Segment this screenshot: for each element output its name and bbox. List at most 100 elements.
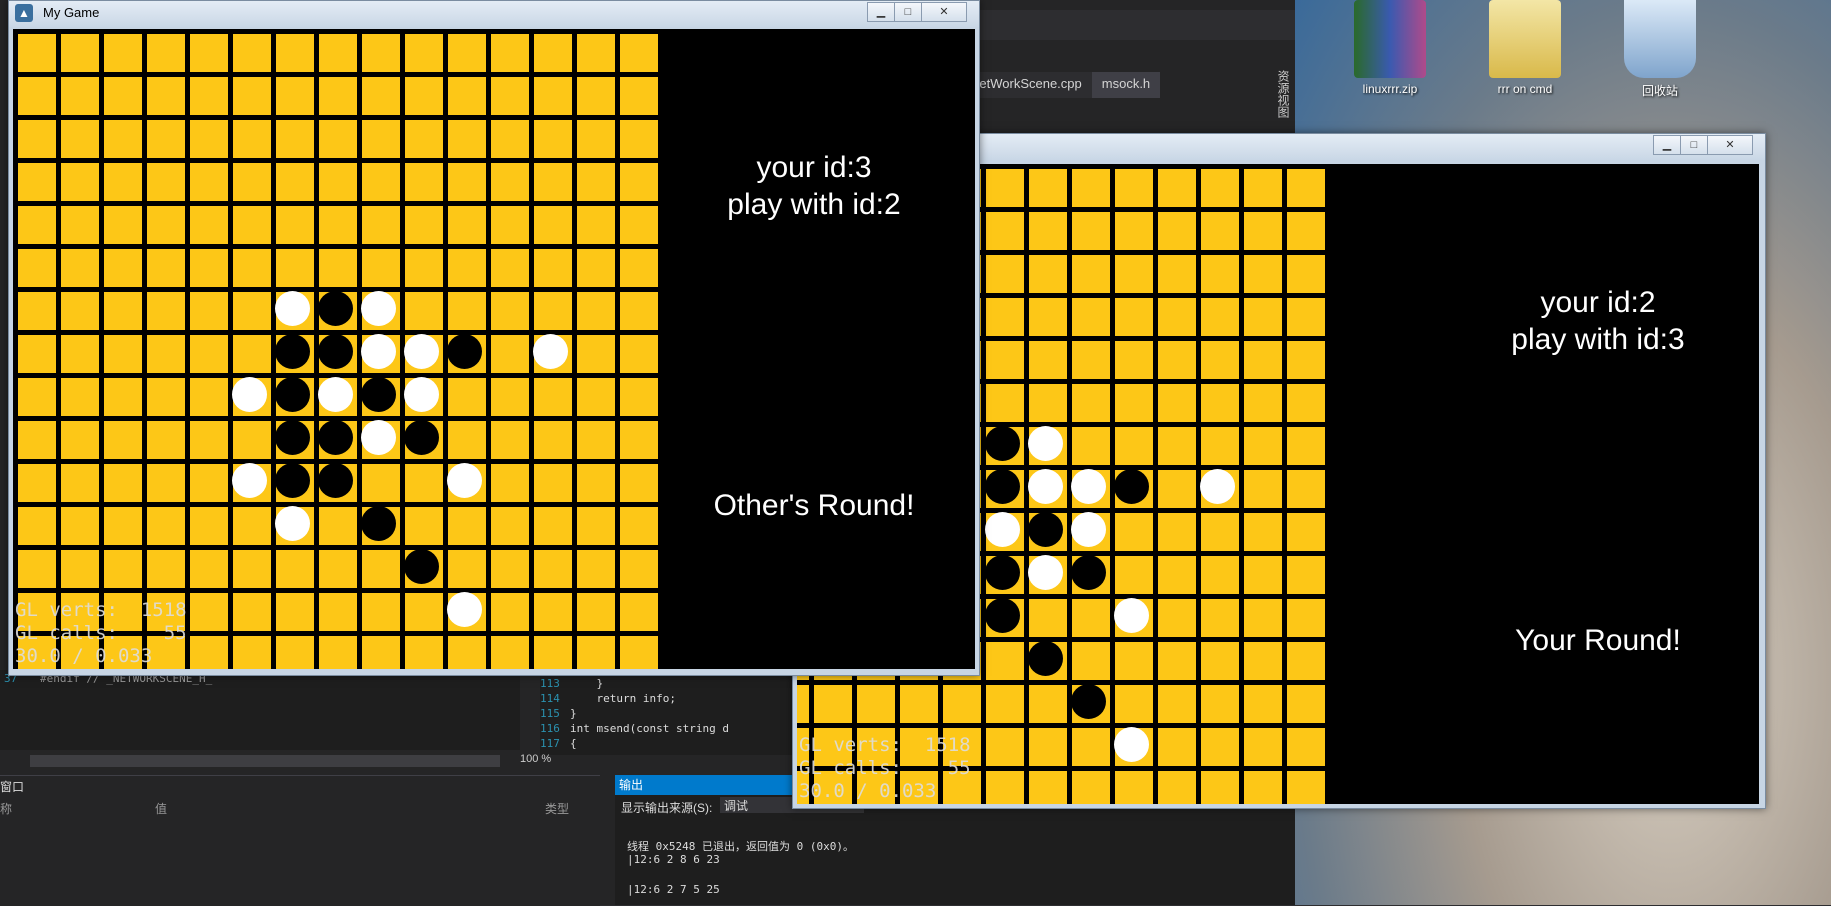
- board-cell[interactable]: [18, 464, 56, 502]
- board-cell[interactable]: [147, 378, 185, 416]
- board-cell[interactable]: [104, 335, 142, 373]
- board-cell[interactable]: [61, 292, 99, 330]
- board-cell[interactable]: [190, 163, 228, 201]
- board-cell[interactable]: [1287, 771, 1325, 804]
- board-cell[interactable]: [61, 34, 99, 72]
- board-cell[interactable]: [319, 507, 357, 545]
- board-cell[interactable]: [1072, 642, 1110, 680]
- board-cell[interactable]: [1158, 513, 1196, 551]
- close-button[interactable]: ✕: [921, 2, 967, 22]
- board-cell[interactable]: [448, 34, 486, 72]
- board-cell[interactable]: [18, 292, 56, 330]
- board-cell[interactable]: [1201, 556, 1239, 594]
- board-cell[interactable]: [1029, 728, 1067, 766]
- board-cell[interactable]: [1158, 384, 1196, 422]
- board-cell[interactable]: [1244, 771, 1282, 804]
- column-value[interactable]: 值: [155, 800, 167, 817]
- board-cell[interactable]: [1115, 513, 1153, 551]
- board-cell[interactable]: [1287, 685, 1325, 723]
- board-cell[interactable]: [1201, 642, 1239, 680]
- board-cell[interactable]: [491, 464, 529, 502]
- board-cell[interactable]: [1287, 599, 1325, 637]
- board-cell[interactable]: [577, 206, 615, 244]
- board-cell[interactable]: [534, 34, 572, 72]
- board-cell[interactable]: [577, 34, 615, 72]
- board-cell[interactable]: [1244, 685, 1282, 723]
- board-cell[interactable]: [491, 550, 529, 588]
- maximize-button[interactable]: □: [894, 2, 922, 22]
- board-cell[interactable]: [190, 206, 228, 244]
- board-cell[interactable]: [1115, 427, 1153, 465]
- board-cell[interactable]: [405, 249, 443, 287]
- board-cell[interactable]: [61, 335, 99, 373]
- board-cell[interactable]: [491, 593, 529, 631]
- board-cell[interactable]: [986, 169, 1024, 207]
- board-cell[interactable]: [147, 292, 185, 330]
- board-cell[interactable]: [1072, 427, 1110, 465]
- board-cell[interactable]: [1244, 470, 1282, 508]
- board-cell[interactable]: [233, 120, 271, 158]
- board-cell[interactable]: [276, 206, 314, 244]
- board-cell[interactable]: [577, 335, 615, 373]
- board-cell[interactable]: [147, 34, 185, 72]
- board-cell[interactable]: [233, 249, 271, 287]
- board-cell[interactable]: [1201, 513, 1239, 551]
- board-cell[interactable]: [233, 292, 271, 330]
- board-cell[interactable]: [104, 163, 142, 201]
- board-cell[interactable]: [190, 464, 228, 502]
- board-cell[interactable]: [405, 77, 443, 115]
- board-cell[interactable]: [190, 593, 228, 631]
- board-cell[interactable]: [18, 507, 56, 545]
- board-cell[interactable]: [1287, 384, 1325, 422]
- board-cell[interactable]: [1201, 685, 1239, 723]
- board-cell[interactable]: [534, 292, 572, 330]
- board-cell[interactable]: [233, 507, 271, 545]
- board-cell[interactable]: [491, 335, 529, 373]
- board-cell[interactable]: [276, 249, 314, 287]
- board-cell[interactable]: [104, 550, 142, 588]
- board-cell[interactable]: [61, 507, 99, 545]
- board-cell[interactable]: [1201, 599, 1239, 637]
- board-cell[interactable]: [534, 249, 572, 287]
- board-cell[interactable]: [1244, 642, 1282, 680]
- board-cell[interactable]: [147, 77, 185, 115]
- board-cell[interactable]: [362, 34, 400, 72]
- board-cell[interactable]: [319, 120, 357, 158]
- board-cell[interactable]: [1115, 384, 1153, 422]
- board-cell[interactable]: [1072, 771, 1110, 804]
- board-cell[interactable]: [190, 77, 228, 115]
- board-cell[interactable]: [104, 249, 142, 287]
- board-cell[interactable]: [104, 507, 142, 545]
- window-titlebar[interactable]: ▲ My Game ▁ □ ✕: [9, 1, 979, 27]
- board-cell[interactable]: [1201, 212, 1239, 250]
- board-cell[interactable]: [491, 507, 529, 545]
- board-cell[interactable]: [190, 249, 228, 287]
- board-cell[interactable]: [104, 464, 142, 502]
- board-cell[interactable]: [1287, 728, 1325, 766]
- board-cell[interactable]: [986, 384, 1024, 422]
- board-cell[interactable]: [491, 421, 529, 459]
- board-cell[interactable]: [233, 206, 271, 244]
- board-cell[interactable]: [797, 685, 809, 723]
- board-cell[interactable]: [577, 120, 615, 158]
- column-type[interactable]: 类型: [545, 800, 569, 817]
- board-cell[interactable]: [1244, 427, 1282, 465]
- board-cell[interactable]: [1029, 599, 1067, 637]
- board-cell[interactable]: [534, 163, 572, 201]
- board-cell[interactable]: [61, 206, 99, 244]
- code-editor-right[interactable]: 113 } 114 return info; 115} 116 int msend…: [540, 675, 800, 755]
- board-cell[interactable]: [534, 507, 572, 545]
- board-cell[interactable]: [362, 550, 400, 588]
- board-cell[interactable]: [1158, 685, 1196, 723]
- resource-view-label[interactable]: 资源视图: [1270, 70, 1292, 130]
- board-cell[interactable]: [534, 593, 572, 631]
- board-cell[interactable]: [147, 163, 185, 201]
- board-cell[interactable]: [1201, 427, 1239, 465]
- board-cell[interactable]: [18, 120, 56, 158]
- board-cell[interactable]: [18, 421, 56, 459]
- board-cell[interactable]: [1201, 771, 1239, 804]
- board-cell[interactable]: [362, 464, 400, 502]
- board-cell[interactable]: [1158, 169, 1196, 207]
- board-cell[interactable]: [1201, 298, 1239, 336]
- game-canvas[interactable]: your id:3 play with id:2 Other's Round! …: [13, 29, 975, 669]
